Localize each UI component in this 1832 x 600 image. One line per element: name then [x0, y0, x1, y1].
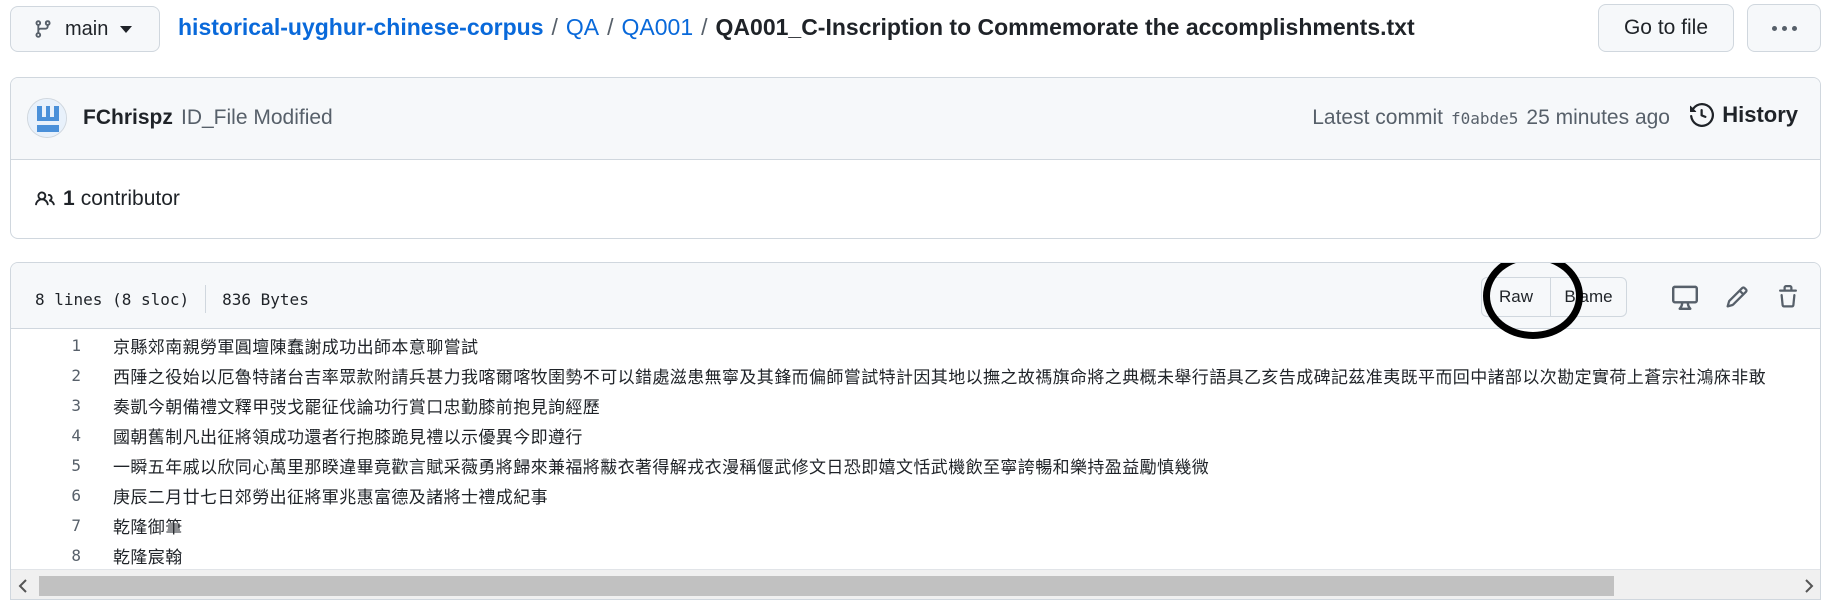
code-line: 7 乾隆御筆 [11, 510, 1820, 540]
breadcrumb-separator: / [607, 14, 614, 40]
branch-name: main [65, 17, 109, 40]
history-button[interactable]: History [1690, 102, 1798, 128]
code-view[interactable]: 1 京縣郊南親勞軍圓壇陳蠢謝成功出師本意聊嘗試 2 西陲之役始以厄魯特諸台吉率眾… [11, 330, 1820, 568]
code-line: 2 西陲之役始以厄魯特諸台吉率眾款附請兵甚力我喀爾喀牧圉勢不可以錯處滋患無寧及其… [11, 360, 1820, 390]
line-content: 庚辰二月廿七日郊勞出征將軍兆惠富德及諸將士禮成紀事 [113, 487, 548, 508]
git-branch-icon [35, 20, 51, 38]
contributor-count: 1 [63, 187, 75, 210]
pencil-icon [1726, 286, 1748, 308]
commit-sha-link[interactable]: f0abde5 [1451, 109, 1518, 128]
scrollbar-thumb[interactable] [39, 576, 1614, 596]
trash-icon [1779, 285, 1797, 308]
kebab-horizontal-icon [1771, 25, 1777, 31]
desktop-icon [1672, 285, 1698, 310]
history-icon [1690, 103, 1715, 127]
file-navigation-bar: main historical-uyghur-chinese-corpus / … [0, 0, 1832, 64]
open-desktop-button[interactable] [1669, 281, 1701, 313]
breadcrumb-separator: / [701, 14, 708, 40]
commit-author-link[interactable]: FChrispz [83, 106, 173, 130]
code-line: 6 庚辰二月廿七日郊勞出征將軍兆惠富德及諸將士禮成紀事 [11, 480, 1820, 510]
more-options-button[interactable] [1747, 4, 1821, 52]
line-number[interactable]: 6 [11, 486, 91, 505]
line-number[interactable]: 4 [11, 426, 91, 445]
file-info: 8 lines (8 sloc) 836 Bytes [35, 285, 309, 313]
line-number[interactable]: 7 [11, 516, 91, 535]
avatar-image [28, 99, 66, 137]
code-line: 1 京縣郊南親勞軍圓壇陳蠢謝成功出師本意聊嘗試 [11, 330, 1820, 360]
breadcrumb-file-name: QA001_C-Inscription to Commemorate the a… [715, 14, 1415, 40]
delete-file-button[interactable] [1772, 281, 1804, 313]
blame-button[interactable]: Blame [1550, 277, 1627, 317]
line-number[interactable]: 8 [11, 546, 91, 565]
line-content: 西陲之役始以厄魯特諸台吉率眾款附請兵甚力我喀爾喀牧圉勢不可以錯處滋患無寧及其鋒而… [113, 367, 1766, 388]
people-icon [35, 191, 55, 206]
file-header: 8 lines (8 sloc) 836 Bytes Raw Blame [11, 263, 1820, 339]
breadcrumb-dir-qa001-link[interactable]: QA001 [622, 14, 694, 41]
history-label: History [1722, 102, 1798, 127]
scroll-left-icon[interactable] [15, 577, 31, 595]
scroll-right-icon[interactable] [1801, 577, 1817, 595]
breadcrumb-dir-qa-link[interactable]: QA [566, 14, 599, 41]
branch-select-button[interactable]: main [10, 6, 160, 52]
edit-file-button[interactable] [1721, 281, 1753, 313]
caret-down-icon [120, 25, 133, 33]
line-content: 奏凱今朝備禮文釋甲弢戈罷征伐論功行賞口忠勤膝前抱見詢經歷 [113, 397, 601, 418]
kebab-horizontal-icon [1781, 25, 1787, 31]
avatar[interactable] [27, 98, 67, 138]
line-content: 國朝舊制凡出征將領成功還者行抱膝跪見禮以示優異今即遵行 [113, 427, 583, 448]
horizontal-scrollbar[interactable] [11, 569, 1820, 599]
code-line: 3 奏凱今朝備禮文釋甲弢戈罷征伐論功行賞口忠勤膝前抱見詢經歷 [11, 390, 1820, 420]
file-size: 836 Bytes [222, 289, 309, 309]
go-to-file-button[interactable]: Go to file [1598, 4, 1734, 52]
breadcrumb: historical-uyghur-chinese-corpus / QA / … [178, 14, 1415, 41]
latest-commit-box: FChrispz ID_File Modified Latest commit … [10, 77, 1821, 239]
line-content: 京縣郊南親勞軍圓壇陳蠢謝成功出師本意聊嘗試 [113, 337, 479, 358]
commit-message-link[interactable]: ID_File Modified [181, 106, 333, 130]
file-viewer: 8 lines (8 sloc) 836 Bytes Raw Blame 1 京… [10, 262, 1821, 600]
line-content: 一瞬五年戚以欣同心萬里那睽違畢竟歡言賦采薇勇將歸來兼福將黻衣著得解戎衣漫稱偃武修… [113, 457, 1210, 478]
commit-meta: Latest commit f0abde5 25 minutes ago [1312, 106, 1670, 130]
line-number[interactable]: 2 [11, 366, 91, 385]
line-number[interactable]: 1 [11, 336, 91, 355]
line-content: 乾隆宸翰 [113, 547, 183, 568]
commit-time: 25 minutes ago [1526, 106, 1670, 129]
kebab-horizontal-icon [1791, 25, 1797, 31]
raw-button[interactable]: Raw [1481, 277, 1551, 317]
contributors-row[interactable]: 1 contributor [11, 160, 1820, 238]
code-line: 8 乾隆宸翰 [11, 540, 1820, 568]
latest-commit-label: Latest commit [1312, 106, 1443, 129]
breadcrumb-repo-link[interactable]: historical-uyghur-chinese-corpus [178, 14, 544, 41]
breadcrumb-separator: / [551, 14, 558, 40]
file-line-count: 8 lines (8 sloc) [35, 289, 190, 309]
line-number[interactable]: 5 [11, 456, 91, 475]
code-line: 5 一瞬五年戚以欣同心萬里那睽違畢竟歡言賦采薇勇將歸來兼福將黻衣著得解戎衣漫稱偃… [11, 450, 1820, 480]
line-number[interactable]: 3 [11, 396, 91, 415]
code-line: 4 國朝舊制凡出征將領成功還者行抱膝跪見禮以示優異今即遵行 [11, 420, 1820, 450]
contributor-label: contributor [80, 187, 180, 210]
latest-commit-row: FChrispz ID_File Modified Latest commit … [11, 78, 1820, 160]
file-info-divider [205, 285, 207, 313]
file-action-button-group: Raw Blame [1481, 277, 1627, 317]
line-content: 乾隆御筆 [113, 517, 183, 538]
